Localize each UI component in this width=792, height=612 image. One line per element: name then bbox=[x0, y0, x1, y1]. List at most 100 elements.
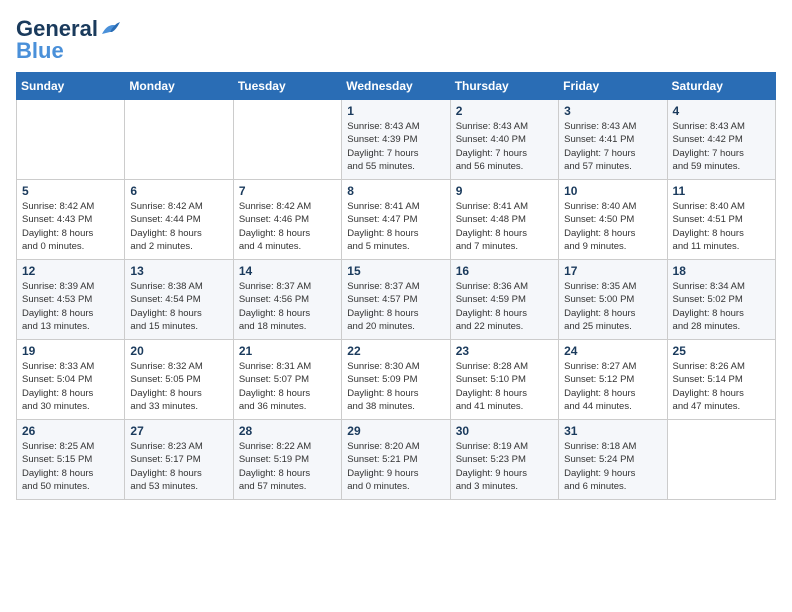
calendar-cell: 14Sunrise: 8:37 AM Sunset: 4:56 PM Dayli… bbox=[233, 260, 341, 340]
day-number: 9 bbox=[456, 184, 553, 198]
day-number: 27 bbox=[130, 424, 227, 438]
calendar-cell: 13 Sunrise: 8:38 AM Sunset: 4:54 PM Dayli… bbox=[125, 260, 233, 340]
day-info: Sunrise: 8:43 AM Sunset: 4:39 PM Dayligh… bbox=[347, 120, 444, 173]
day-info: Sunrise: 8:35 AM Sunset: 5:00 PM Dayligh… bbox=[564, 280, 661, 333]
calendar-cell: 29 Sunrise: 8:20 AM Sunset: 5:21 PM Dayli… bbox=[342, 420, 450, 500]
calendar-cell: 18 Sunrise: 8:34 AM Sunset: 5:02 PM Dayli… bbox=[667, 260, 775, 340]
calendar-cell: 1Sunrise: 8:43 AM Sunset: 4:39 PM Daylig… bbox=[342, 100, 450, 180]
day-info: Sunrise: 8:38 AM Sunset: 4:54 PM Dayligh… bbox=[130, 280, 227, 333]
day-info: Sunrise: 8:23 AM Sunset: 5:17 PM Dayligh… bbox=[130, 440, 227, 493]
day-info: Sunrise: 8:19 AM Sunset: 5:23 PM Dayligh… bbox=[456, 440, 553, 493]
calendar-cell: 9 Sunrise: 8:41 AM Sunset: 4:48 PM Daylig… bbox=[450, 180, 558, 260]
day-number: 22 bbox=[347, 344, 444, 358]
day-number: 29 bbox=[347, 424, 444, 438]
calendar-cell bbox=[17, 100, 125, 180]
day-number: 26 bbox=[22, 424, 119, 438]
weekday-header-sunday: Sunday bbox=[17, 73, 125, 100]
calendar-cell: 27 Sunrise: 8:23 AM Sunset: 5:17 PM Dayli… bbox=[125, 420, 233, 500]
calendar-cell: 30 Sunrise: 8:19 AM Sunset: 5:23 PM Dayli… bbox=[450, 420, 558, 500]
day-info: Sunrise: 8:33 AM Sunset: 5:04 PM Dayligh… bbox=[22, 360, 119, 413]
calendar-week-row: 19 Sunrise: 8:33 AM Sunset: 5:04 PM Dayli… bbox=[17, 340, 776, 420]
calendar-week-row: 12Sunrise: 8:39 AM Sunset: 4:53 PM Dayli… bbox=[17, 260, 776, 340]
day-number: 23 bbox=[456, 344, 553, 358]
day-info: Sunrise: 8:28 AM Sunset: 5:10 PM Dayligh… bbox=[456, 360, 553, 413]
calendar-cell: 23 Sunrise: 8:28 AM Sunset: 5:10 PM Dayli… bbox=[450, 340, 558, 420]
day-number: 10 bbox=[564, 184, 661, 198]
calendar-cell: 12Sunrise: 8:39 AM Sunset: 4:53 PM Dayli… bbox=[17, 260, 125, 340]
day-number: 11 bbox=[673, 184, 770, 198]
day-info: Sunrise: 8:27 AM Sunset: 5:12 PM Dayligh… bbox=[564, 360, 661, 413]
day-number: 4 bbox=[673, 104, 770, 118]
calendar-cell: 8Sunrise: 8:41 AM Sunset: 4:47 PM Daylig… bbox=[342, 180, 450, 260]
weekday-header-saturday: Saturday bbox=[667, 73, 775, 100]
day-number: 30 bbox=[456, 424, 553, 438]
weekday-header-row: SundayMondayTuesdayWednesdayThursdayFrid… bbox=[17, 73, 776, 100]
day-number: 20 bbox=[130, 344, 227, 358]
day-info: Sunrise: 8:42 AM Sunset: 4:43 PM Dayligh… bbox=[22, 200, 119, 253]
calendar-cell: 17 Sunrise: 8:35 AM Sunset: 5:00 PM Dayli… bbox=[559, 260, 667, 340]
calendar-cell: 6Sunrise: 8:42 AM Sunset: 4:44 PM Daylig… bbox=[125, 180, 233, 260]
calendar-cell: 25Sunrise: 8:26 AM Sunset: 5:14 PM Dayli… bbox=[667, 340, 775, 420]
calendar-cell: 24 Sunrise: 8:27 AM Sunset: 5:12 PM Dayli… bbox=[559, 340, 667, 420]
logo-blue: Blue bbox=[16, 38, 64, 64]
day-number: 13 bbox=[130, 264, 227, 278]
weekday-header-monday: Monday bbox=[125, 73, 233, 100]
calendar-cell: 11 Sunrise: 8:40 AM Sunset: 4:51 PM Dayli… bbox=[667, 180, 775, 260]
calendar-cell: 10 Sunrise: 8:40 AM Sunset: 4:50 PM Dayli… bbox=[559, 180, 667, 260]
day-number: 16 bbox=[456, 264, 553, 278]
calendar-table: SundayMondayTuesdayWednesdayThursdayFrid… bbox=[16, 72, 776, 500]
calendar-cell: 21 Sunrise: 8:31 AM Sunset: 5:07 PM Dayli… bbox=[233, 340, 341, 420]
day-number: 21 bbox=[239, 344, 336, 358]
day-number: 3 bbox=[564, 104, 661, 118]
calendar-week-row: 1Sunrise: 8:43 AM Sunset: 4:39 PM Daylig… bbox=[17, 100, 776, 180]
weekday-header-friday: Friday bbox=[559, 73, 667, 100]
weekday-header-tuesday: Tuesday bbox=[233, 73, 341, 100]
calendar-cell: 28 Sunrise: 8:22 AM Sunset: 5:19 PM Dayli… bbox=[233, 420, 341, 500]
day-info: Sunrise: 8:40 AM Sunset: 4:50 PM Dayligh… bbox=[564, 200, 661, 253]
calendar-body: 1Sunrise: 8:43 AM Sunset: 4:39 PM Daylig… bbox=[17, 100, 776, 500]
day-info: Sunrise: 8:18 AM Sunset: 5:24 PM Dayligh… bbox=[564, 440, 661, 493]
day-number: 7 bbox=[239, 184, 336, 198]
day-info: Sunrise: 8:41 AM Sunset: 4:48 PM Dayligh… bbox=[456, 200, 553, 253]
day-info: Sunrise: 8:20 AM Sunset: 5:21 PM Dayligh… bbox=[347, 440, 444, 493]
day-info: Sunrise: 8:31 AM Sunset: 5:07 PM Dayligh… bbox=[239, 360, 336, 413]
day-number: 17 bbox=[564, 264, 661, 278]
weekday-header-thursday: Thursday bbox=[450, 73, 558, 100]
day-info: Sunrise: 8:42 AM Sunset: 4:46 PM Dayligh… bbox=[239, 200, 336, 253]
day-info: Sunrise: 8:32 AM Sunset: 5:05 PM Dayligh… bbox=[130, 360, 227, 413]
day-number: 14 bbox=[239, 264, 336, 278]
calendar-cell: 15Sunrise: 8:37 AM Sunset: 4:57 PM Dayli… bbox=[342, 260, 450, 340]
calendar-cell: 7 Sunrise: 8:42 AM Sunset: 4:46 PM Daylig… bbox=[233, 180, 341, 260]
day-number: 28 bbox=[239, 424, 336, 438]
calendar-cell: 26Sunrise: 8:25 AM Sunset: 5:15 PM Dayli… bbox=[17, 420, 125, 500]
day-info: Sunrise: 8:34 AM Sunset: 5:02 PM Dayligh… bbox=[673, 280, 770, 333]
day-number: 5 bbox=[22, 184, 119, 198]
calendar-cell: 22Sunrise: 8:30 AM Sunset: 5:09 PM Dayli… bbox=[342, 340, 450, 420]
day-info: Sunrise: 8:43 AM Sunset: 4:42 PM Dayligh… bbox=[673, 120, 770, 173]
calendar-cell: 16 Sunrise: 8:36 AM Sunset: 4:59 PM Dayli… bbox=[450, 260, 558, 340]
day-info: Sunrise: 8:36 AM Sunset: 4:59 PM Dayligh… bbox=[456, 280, 553, 333]
day-number: 24 bbox=[564, 344, 661, 358]
calendar-cell bbox=[233, 100, 341, 180]
logo-bird-icon bbox=[100, 20, 122, 38]
day-number: 2 bbox=[456, 104, 553, 118]
day-number: 19 bbox=[22, 344, 119, 358]
day-number: 25 bbox=[673, 344, 770, 358]
weekday-header-wednesday: Wednesday bbox=[342, 73, 450, 100]
day-number: 6 bbox=[130, 184, 227, 198]
calendar-week-row: 5 Sunrise: 8:42 AM Sunset: 4:43 PM Daylig… bbox=[17, 180, 776, 260]
day-number: 8 bbox=[347, 184, 444, 198]
day-info: Sunrise: 8:40 AM Sunset: 4:51 PM Dayligh… bbox=[673, 200, 770, 253]
page-header: General Blue bbox=[16, 16, 776, 64]
calendar-cell bbox=[667, 420, 775, 500]
day-info: Sunrise: 8:22 AM Sunset: 5:19 PM Dayligh… bbox=[239, 440, 336, 493]
calendar-cell: 31 Sunrise: 8:18 AM Sunset: 5:24 PM Dayli… bbox=[559, 420, 667, 500]
day-info: Sunrise: 8:39 AM Sunset: 4:53 PM Dayligh… bbox=[22, 280, 119, 333]
day-info: Sunrise: 8:37 AM Sunset: 4:57 PM Dayligh… bbox=[347, 280, 444, 333]
day-number: 18 bbox=[673, 264, 770, 278]
calendar-cell bbox=[125, 100, 233, 180]
day-number: 31 bbox=[564, 424, 661, 438]
calendar-cell: 4 Sunrise: 8:43 AM Sunset: 4:42 PM Daylig… bbox=[667, 100, 775, 180]
calendar-cell: 5 Sunrise: 8:42 AM Sunset: 4:43 PM Daylig… bbox=[17, 180, 125, 260]
day-info: Sunrise: 8:43 AM Sunset: 4:40 PM Dayligh… bbox=[456, 120, 553, 173]
